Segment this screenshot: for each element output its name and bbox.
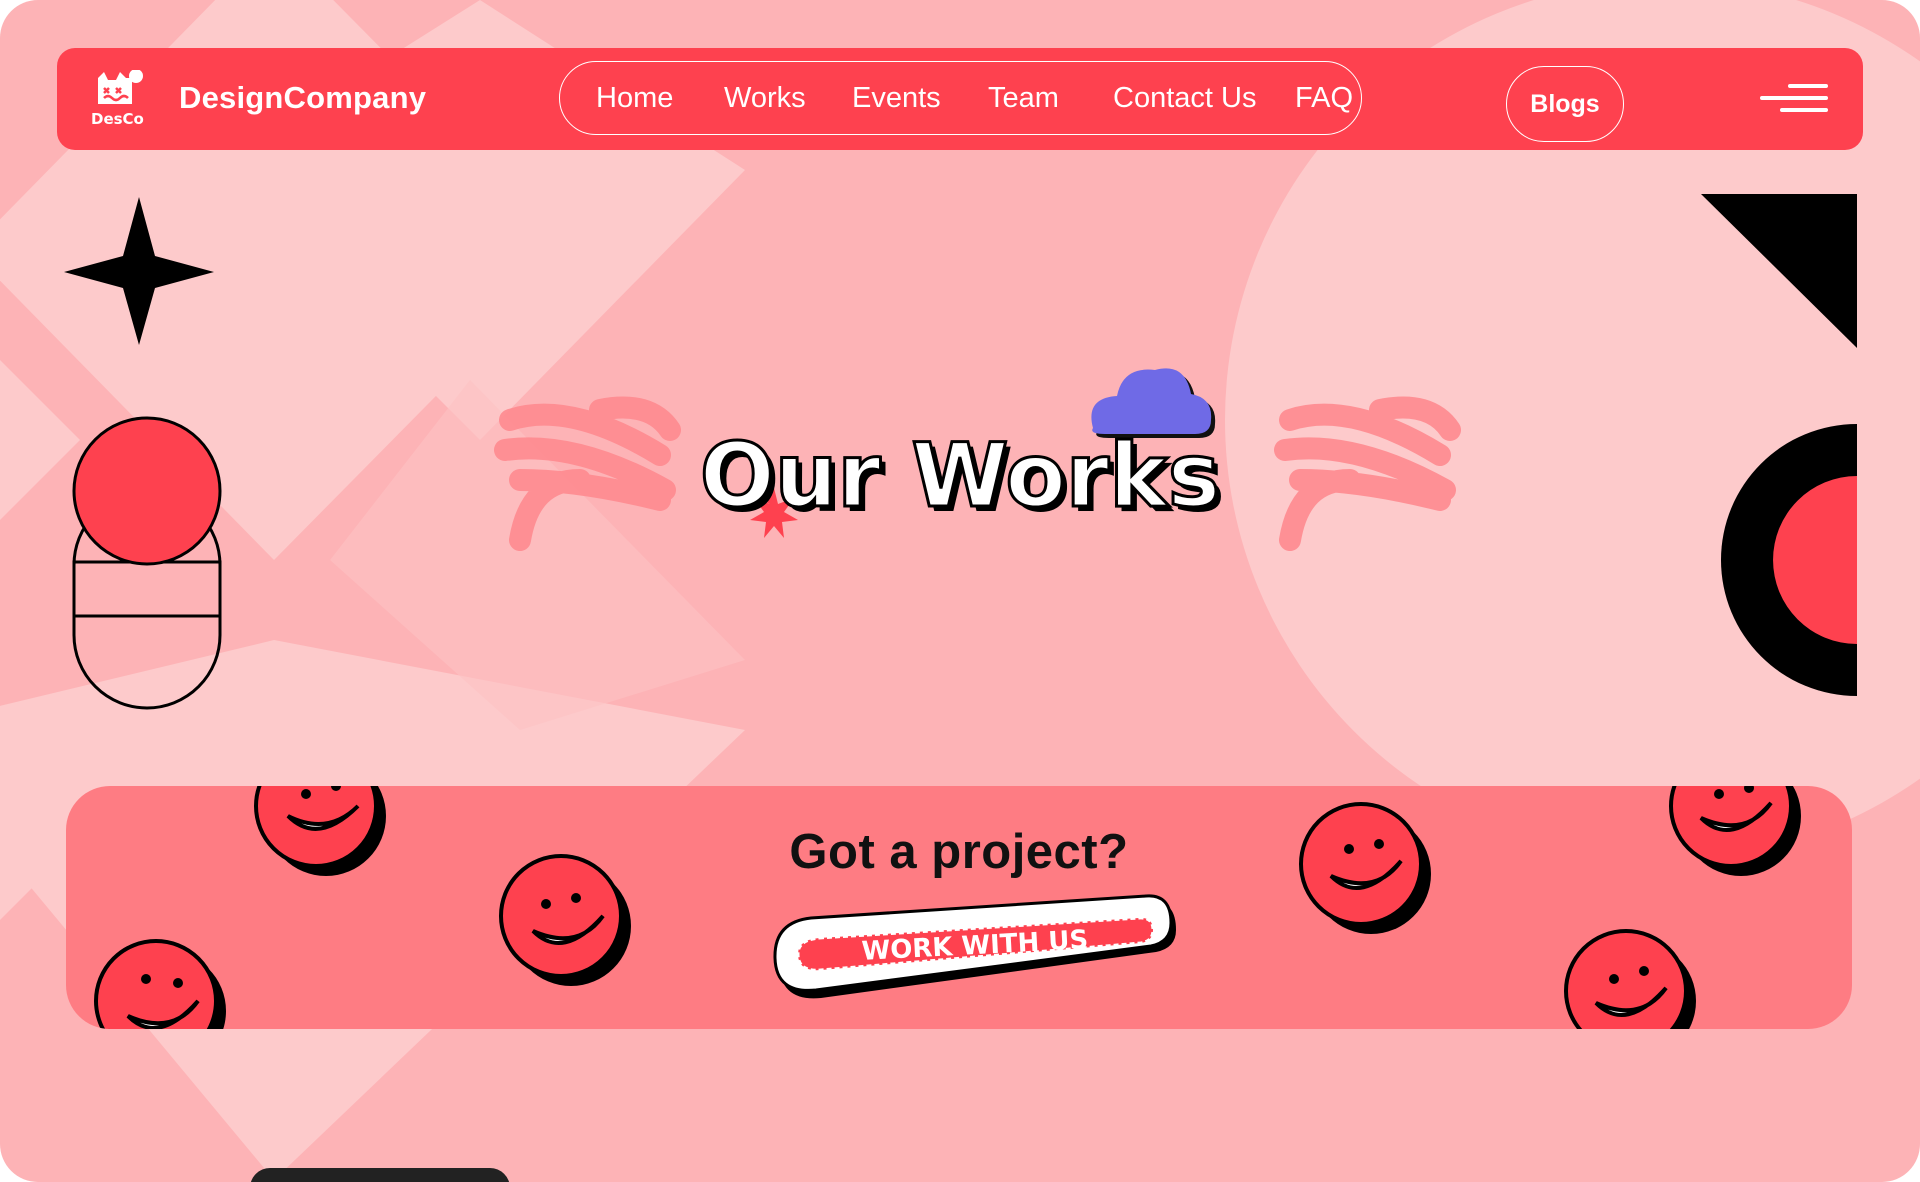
smiley-face-icon (1564, 929, 1696, 1029)
page: DesCo DesignCompany Home Works Events Te… (0, 0, 1920, 1182)
hero-title: Our Works Our Works (698, 423, 1225, 531)
partial-element-bottom (250, 1168, 510, 1182)
cta-heading: Got a project? (789, 825, 1129, 879)
work-with-us-button[interactable]: WORK WITH US (771, 890, 1181, 1005)
cta-banner: Got a project? WORK WITH US (66, 786, 1852, 1029)
hero-title-text: Our Works (700, 424, 1220, 527)
smiley-face-icon (94, 939, 226, 1029)
hero-decorations (494, 368, 1461, 551)
